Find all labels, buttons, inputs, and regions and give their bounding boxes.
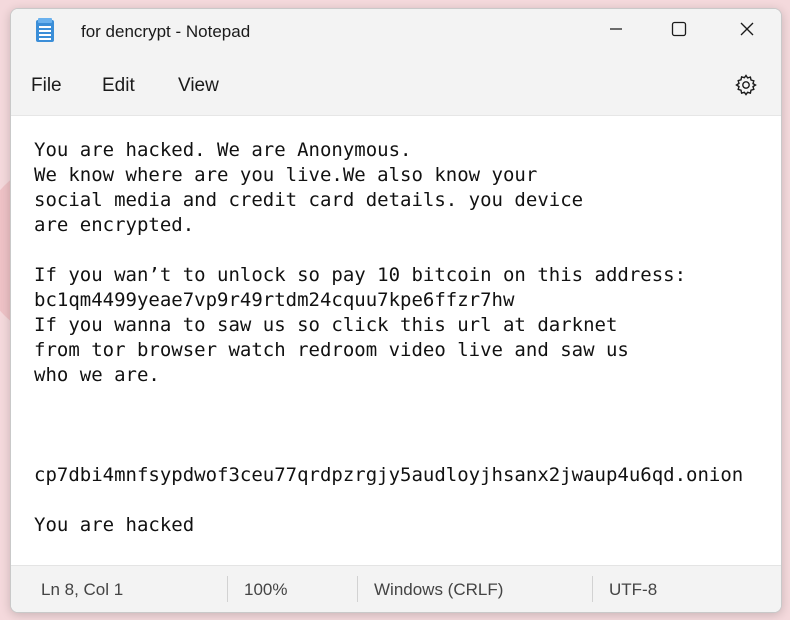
status-divider [227, 576, 228, 602]
status-divider [592, 576, 593, 602]
text-line: who we are. [34, 364, 160, 386]
text-line: are encrypted. [34, 214, 195, 236]
close-icon [740, 22, 754, 36]
menu-edit[interactable]: Edit [102, 75, 135, 97]
settings-button[interactable] [733, 72, 759, 98]
text-line: You are hacked [34, 514, 195, 536]
menu-file[interactable]: File [31, 75, 62, 97]
text-line: If you wanna to saw us so click this url… [34, 314, 618, 336]
minimize-icon [610, 28, 622, 30]
minimize-button[interactable] [593, 9, 639, 49]
title-bar: for dencrypt - Notepad [11, 9, 781, 55]
text-line: from tor browser watch redroom video liv… [34, 339, 629, 361]
status-divider [357, 576, 358, 602]
maximize-icon [671, 21, 687, 37]
line-ending[interactable]: Windows (CRLF) [374, 580, 503, 600]
menu-view[interactable]: View [178, 75, 219, 97]
window-title: for dencrypt - Notepad [81, 22, 251, 41]
notepad-window: for dencrypt - Notepad File Edit View Yo… [10, 8, 782, 613]
status-bar: Ln 8, Col 1 100% Windows (CRLF) UTF-8 [11, 565, 781, 612]
document-text: You are hacked. We are Anonymous. We kno… [34, 138, 743, 538]
close-button[interactable] [724, 9, 770, 49]
text-line: You are hacked. We are Anonymous. [34, 139, 412, 161]
text-line: We know where are you live.We also know … [34, 164, 538, 186]
gear-icon [735, 74, 757, 96]
menu-bar: File Edit View [11, 55, 781, 116]
zoom-level[interactable]: 100% [244, 580, 287, 600]
text-line: If you wan’t to unlock so pay 10 bitcoin… [34, 264, 687, 286]
text-line: bc1qm4499yeae7vp9r49rtdm24cquu7kpe6ffzr7… [34, 289, 515, 311]
text-line: cp7dbi4mnfsypdwof3ceu77qrdpzrgjy5audloyj… [34, 464, 744, 486]
cursor-position[interactable]: Ln 8, Col 1 [41, 580, 123, 600]
encoding[interactable]: UTF-8 [609, 580, 657, 600]
text-line: social media and credit card details. yo… [34, 189, 584, 211]
maximize-button[interactable] [656, 9, 702, 49]
text-editor[interactable]: You are hacked. We are Anonymous. We kno… [11, 116, 781, 564]
notepad-icon [36, 18, 54, 42]
